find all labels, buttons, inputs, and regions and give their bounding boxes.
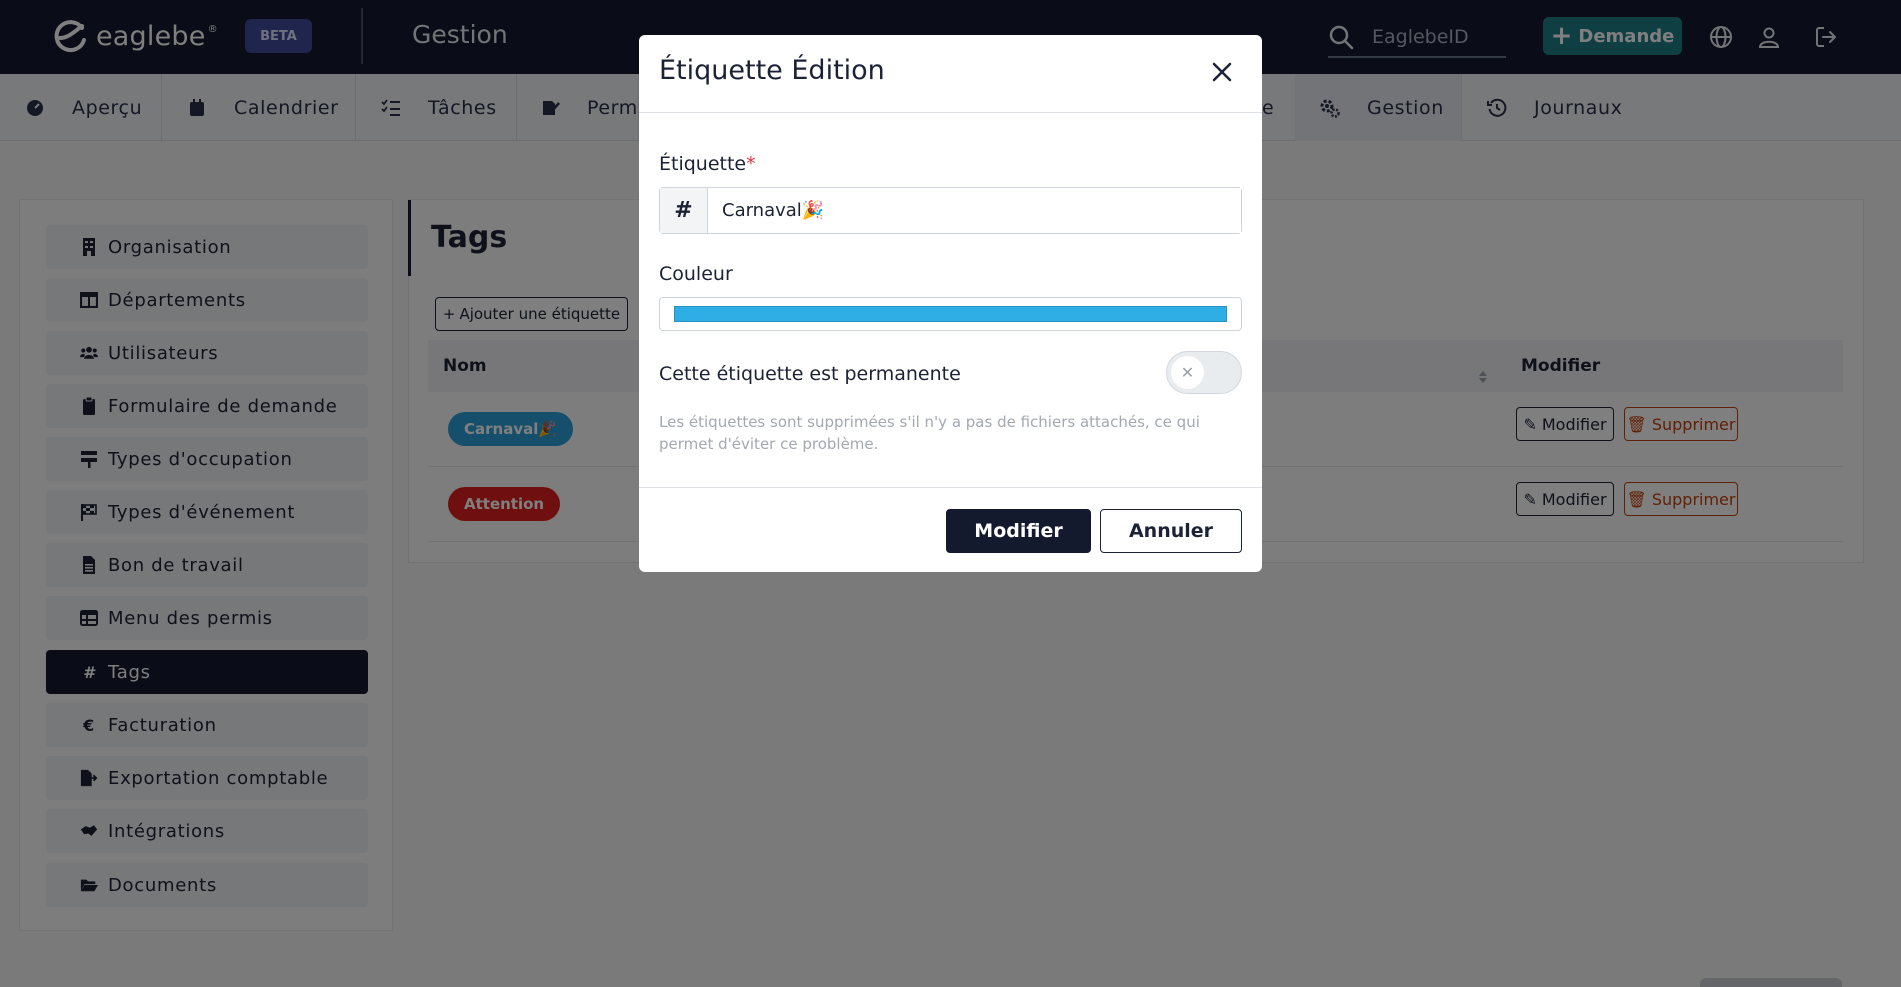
permanent-toggle[interactable]: ✕ — [1166, 351, 1242, 394]
close-icon — [1212, 62, 1232, 82]
help-text: Les étiquettes sont supprimées s'il n'y … — [659, 413, 1200, 453]
modal-header: Étiquette Édition — [639, 35, 1262, 113]
color-swatch — [674, 306, 1227, 322]
required-mark: * — [746, 153, 756, 175]
edit-tag-modal: Étiquette Édition Étiquette* # Couleur C… — [639, 35, 1262, 572]
tag-name-input[interactable] — [708, 188, 1241, 233]
tag-field-label: Étiquette* — [659, 153, 756, 175]
color-field-label: Couleur — [659, 263, 733, 285]
close-button[interactable] — [1205, 55, 1239, 89]
tag-input-group: # — [659, 187, 1242, 234]
submit-button[interactable]: Modifier — [946, 509, 1091, 553]
cancel-button[interactable]: Annuler — [1100, 509, 1242, 553]
hashtag-icon: # — [660, 188, 708, 233]
permanent-label: Cette étiquette est permanente — [659, 363, 961, 385]
color-picker[interactable] — [659, 297, 1242, 331]
toggle-off-icon: ✕ — [1171, 356, 1204, 389]
modal-title: Étiquette Édition — [659, 55, 885, 86]
modal-footer: Modifier Annuler — [639, 487, 1262, 572]
